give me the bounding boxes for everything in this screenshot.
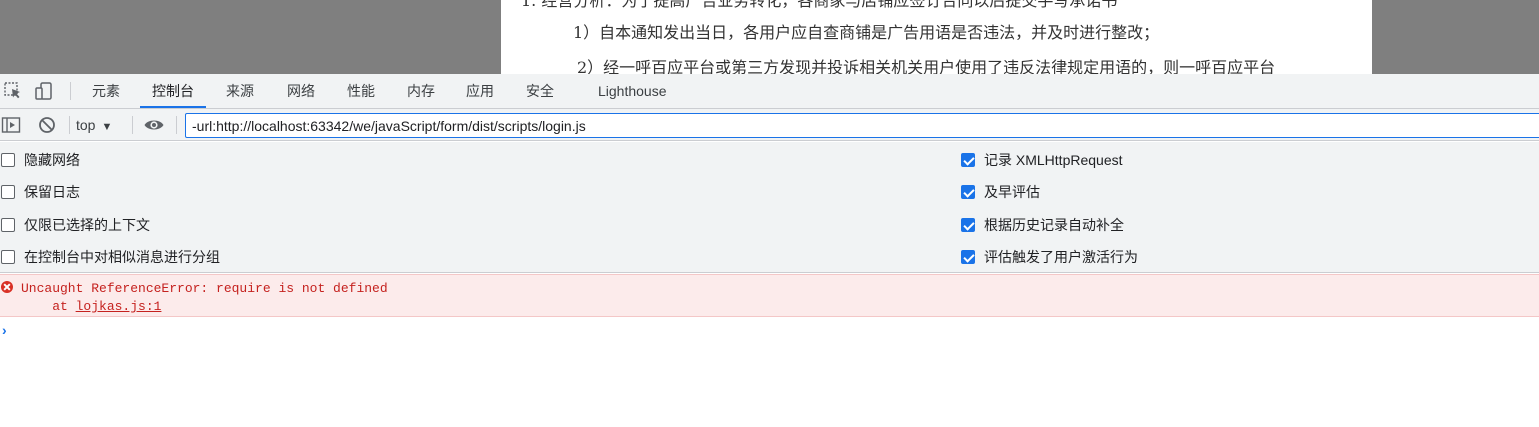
console-prompt-chevron-icon[interactable]: › (2, 322, 7, 338)
setting-label: 仅限已选择的上下文 (24, 217, 150, 233)
source-link[interactable]: lojkas.js:1 (76, 299, 162, 314)
setting-label: 在控制台中对相似消息进行分组 (24, 249, 220, 265)
devtools-panel: 元素 控制台 来源 网络 性能 内存 应用 安全 Lighthouse top ▼… (0, 74, 1539, 427)
error-stack: at lojkas.js:1 (21, 299, 161, 314)
setting-eager-evaluation[interactable]: 及早评估 (961, 182, 1040, 202)
checkbox[interactable] (1, 153, 15, 167)
checkbox[interactable] (1, 250, 15, 264)
setting-label: 评估触发了用户激活行为 (984, 249, 1138, 265)
setting-preserve-log[interactable]: 保留日志 (1, 182, 80, 202)
document-line: 1）自本通知发出当日，各用户应自查商铺是广告用语是否违法，并及时进行整改； (573, 23, 1160, 42)
tab-console[interactable]: 控制台 (140, 74, 206, 108)
document-content: 1. 经营分析：为了提高广告业务转化，各商家与店铺应签订合同以后提交手写承诺书 … (501, 0, 1372, 74)
tab-sources[interactable]: 来源 (226, 74, 254, 108)
tab-memory[interactable]: 内存 (407, 74, 435, 108)
error-icon (1, 281, 13, 293)
setting-label: 及早评估 (984, 184, 1040, 200)
tab-network[interactable]: 网络 (287, 74, 315, 108)
console-settings: 隐藏网络 保留日志 仅限已选择的上下文 在控制台中对相似消息进行分组 记录 XM… (0, 142, 1539, 273)
setting-log-xhr[interactable]: 记录 XMLHttpRequest (961, 150, 1123, 170)
live-expression-eye-icon[interactable] (143, 115, 165, 135)
stack-prefix: at (21, 299, 76, 314)
clear-console-icon[interactable] (37, 115, 57, 135)
checkbox[interactable] (961, 250, 975, 264)
checkbox[interactable] (961, 185, 975, 199)
toolbar-separator (132, 116, 133, 134)
toolbar-separator (69, 116, 70, 134)
tabbar-separator (70, 82, 71, 100)
show-sidebar-icon[interactable] (1, 115, 21, 135)
tab-performance[interactable]: 性能 (347, 74, 375, 108)
execution-context-select[interactable]: top ▼ (76, 114, 112, 136)
device-toolbar-icon[interactable] (34, 81, 54, 101)
setting-label: 根据历史记录自动补全 (984, 217, 1124, 233)
inspect-element-icon[interactable] (3, 81, 23, 101)
context-value: top (76, 117, 96, 133)
setting-user-activation[interactable]: 评估触发了用户激活行为 (961, 247, 1138, 267)
console-toolbar: top ▼ (0, 109, 1539, 141)
error-text: Uncaught ReferenceError: require is not … (21, 281, 388, 296)
tab-security[interactable]: 安全 (526, 74, 554, 108)
toolbar-separator (176, 116, 177, 134)
console-error-message: Uncaught ReferenceError: require is not … (0, 274, 1539, 317)
console-output: Uncaught ReferenceError: require is not … (0, 274, 1539, 427)
setting-label: 隐藏网络 (24, 152, 80, 168)
checkbox[interactable] (961, 153, 975, 167)
tab-lighthouse[interactable]: Lighthouse (598, 74, 667, 108)
document-line: 2）经一呼百应平台或第三方发现并投诉相关机关用户使用了违反法律规定用语的，则一呼… (577, 58, 1276, 74)
setting-label: 保留日志 (24, 184, 80, 200)
checkbox[interactable] (1, 185, 15, 199)
setting-group-similar[interactable]: 在控制台中对相似消息进行分组 (1, 247, 220, 267)
document-line: 1. 经营分析：为了提高广告业务转化，各商家与店铺应签订合同以后提交手写承诺书 (521, 0, 1118, 10)
devtools-tabbar: 元素 控制台 来源 网络 性能 内存 应用 安全 Lighthouse (0, 74, 1539, 109)
checkbox[interactable] (1, 218, 15, 232)
setting-selected-context-only[interactable]: 仅限已选择的上下文 (1, 215, 150, 235)
inspected-page: 1. 经营分析：为了提高广告业务转化，各商家与店铺应签订合同以后提交手写承诺书 … (0, 0, 1539, 74)
checkbox[interactable] (961, 218, 975, 232)
caret-down-icon: ▼ (101, 121, 113, 133)
setting-label: 记录 XMLHttpRequest (984, 152, 1123, 168)
console-filter-input[interactable] (185, 113, 1539, 138)
setting-hide-network[interactable]: 隐藏网络 (1, 150, 80, 170)
tab-application[interactable]: 应用 (466, 74, 494, 108)
setting-autocomplete-history[interactable]: 根据历史记录自动补全 (961, 215, 1124, 235)
tab-elements[interactable]: 元素 (92, 74, 120, 108)
